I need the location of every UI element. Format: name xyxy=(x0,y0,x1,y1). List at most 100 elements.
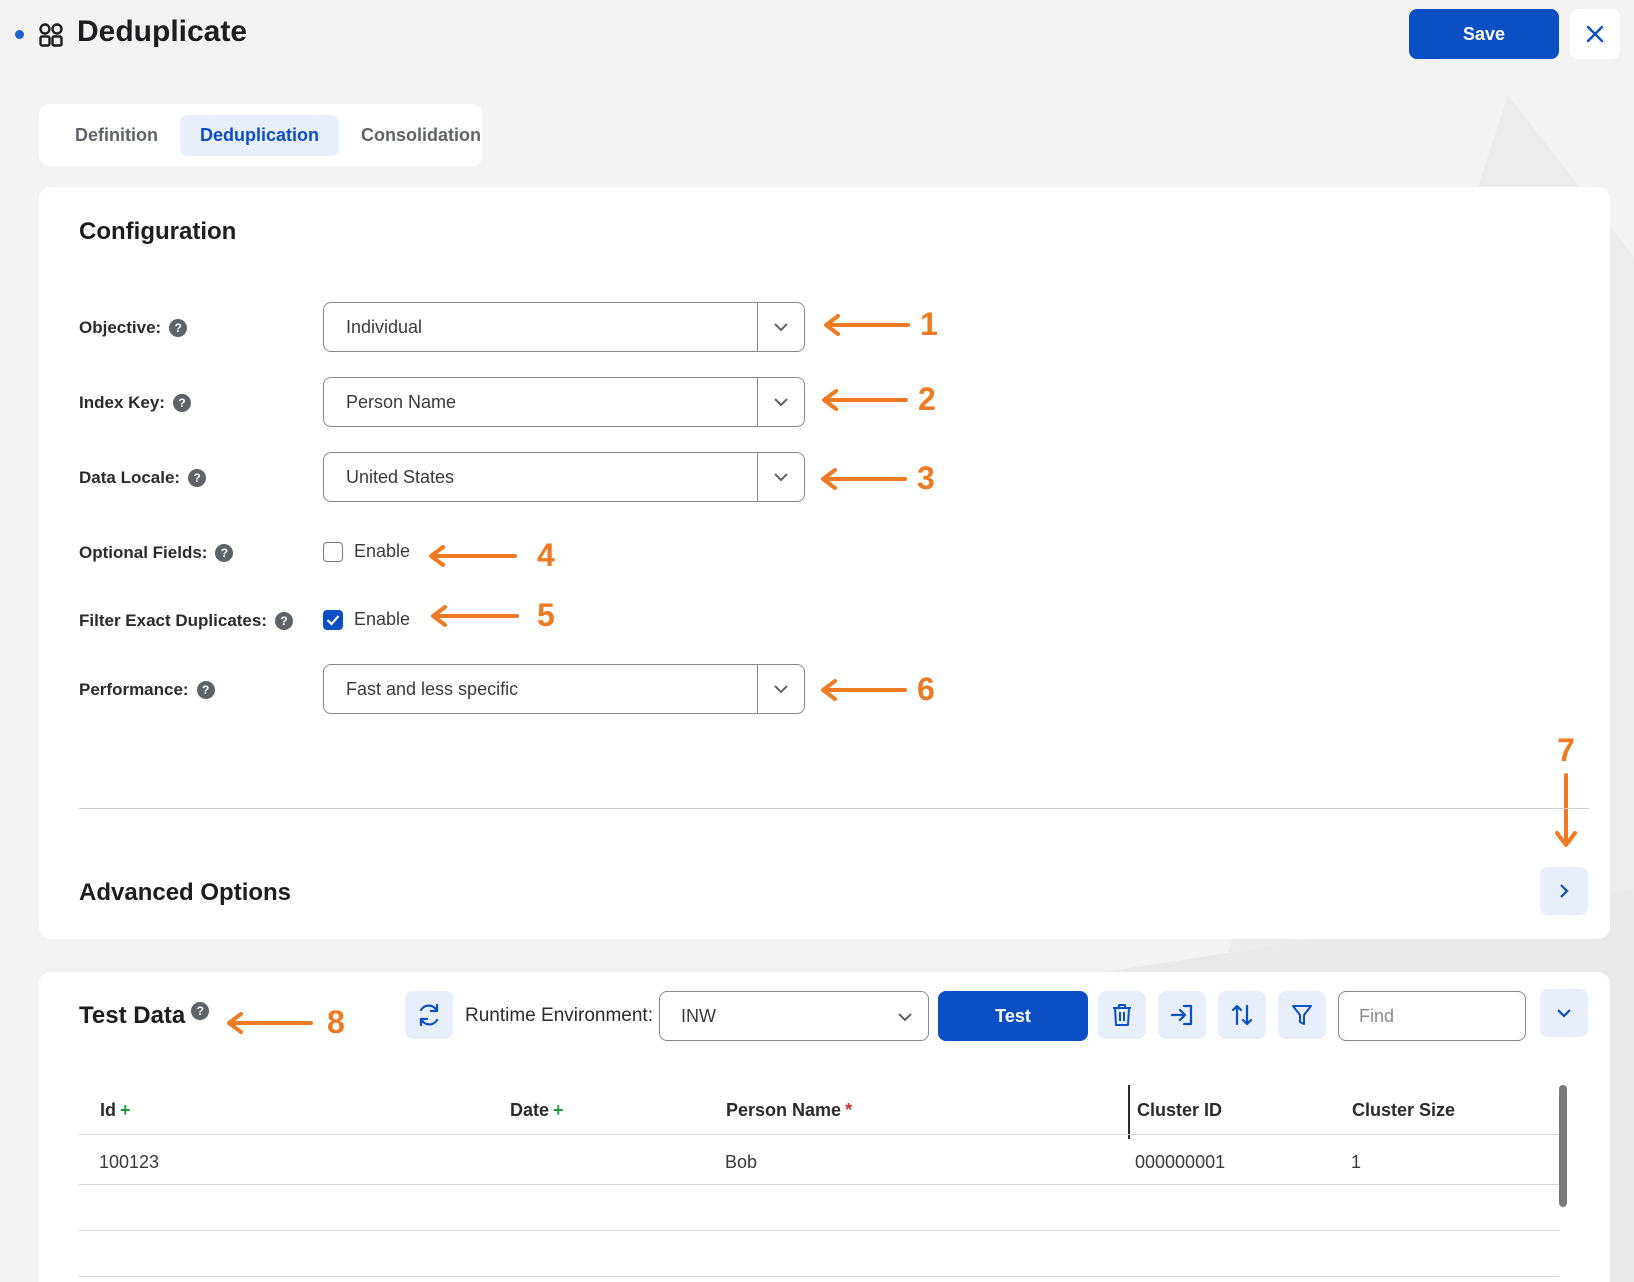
optional-fields-checkbox-row[interactable]: Enable xyxy=(323,541,410,562)
optional-fields-checkbox[interactable] xyxy=(323,541,343,562)
save-button[interactable]: Save xyxy=(1409,9,1559,59)
collapse-test-data-button[interactable] xyxy=(1540,989,1588,1037)
add-marker: + xyxy=(120,1100,131,1120)
close-button[interactable] xyxy=(1570,9,1620,59)
column-header-label: Person Name xyxy=(726,1100,842,1120)
section-divider xyxy=(79,808,1589,809)
configuration-title: Configuration xyxy=(79,218,237,245)
advanced-options-title: Advanced Options xyxy=(79,879,292,906)
help-icon[interactable]: ? xyxy=(215,544,234,562)
arrow-left-icon xyxy=(431,604,519,627)
column-header-label: Cluster Size xyxy=(1352,1100,1456,1120)
help-icon[interactable]: ? xyxy=(196,681,215,699)
filter-exact-duplicates-checkbox-row[interactable]: Enable xyxy=(323,609,410,630)
annotation-number: 1 xyxy=(920,306,938,342)
table-cell-id[interactable]: 100123 xyxy=(99,1152,159,1173)
test-data-card: Test Data ? 8 Runtime Environment: INW T… xyxy=(39,972,1610,1282)
advanced-options-expand-button[interactable] xyxy=(1540,867,1588,915)
table-cell-cluster-id[interactable]: 000000001 xyxy=(1135,1152,1225,1173)
filter-exact-duplicates-enable-label: Enable xyxy=(354,609,411,629)
arrow-left-icon xyxy=(824,313,910,336)
select-divider xyxy=(757,665,758,713)
objective-value: Individual xyxy=(346,317,423,337)
annotation-number: 6 xyxy=(917,671,935,707)
refresh-button[interactable] xyxy=(405,991,453,1039)
checkmark-icon xyxy=(326,614,340,626)
column-header-id[interactable]: Id + xyxy=(100,1100,131,1121)
select-divider xyxy=(757,453,758,501)
table-row-divider xyxy=(79,1276,1559,1277)
help-icon[interactable]: ? xyxy=(169,319,188,337)
index-key-select[interactable]: Person Name xyxy=(323,377,805,427)
help-icon[interactable]: ? xyxy=(191,1002,210,1020)
import-button[interactable] xyxy=(1158,991,1206,1039)
tab-definition[interactable]: Definition xyxy=(55,115,178,156)
filter-icon xyxy=(1292,1005,1312,1025)
annotation-5: 5 xyxy=(427,597,555,634)
optional-fields-label: Optional Fields: ? xyxy=(79,543,234,563)
column-header-date[interactable]: Date + xyxy=(510,1100,564,1121)
index-key-value: Person Name xyxy=(346,392,457,412)
find-input[interactable] xyxy=(1338,991,1526,1041)
status-dot xyxy=(15,30,24,39)
delete-button[interactable] xyxy=(1098,991,1146,1039)
chevron-down-icon xyxy=(774,473,788,482)
arrow-left-icon xyxy=(822,388,908,411)
chevron-right-icon xyxy=(1560,884,1569,898)
sort-button[interactable] xyxy=(1218,991,1266,1039)
table-cell-person-name[interactable]: Bob xyxy=(725,1152,757,1173)
import-icon xyxy=(1170,1004,1193,1026)
table-row-divider xyxy=(79,1230,1559,1231)
column-resize-handle[interactable] xyxy=(1128,1085,1130,1139)
annotation-number: 2 xyxy=(918,381,936,417)
annotation-number: 8 xyxy=(327,1004,345,1040)
chevron-down-icon xyxy=(774,323,788,332)
table-scrollbar[interactable] xyxy=(1559,1085,1567,1207)
tab-consolidation[interactable]: Consolidation xyxy=(341,115,501,156)
help-icon[interactable]: ? xyxy=(275,612,294,630)
filter-exact-duplicates-checkbox[interactable] xyxy=(323,609,343,630)
column-header-person-name[interactable]: Person Name * xyxy=(726,1100,852,1121)
select-divider xyxy=(757,378,758,426)
performance-label: Performance: ? xyxy=(79,680,215,700)
performance-value: Fast and less specific xyxy=(346,679,519,699)
chevron-down-icon xyxy=(774,685,788,694)
annotation-2: 2 xyxy=(818,381,936,418)
filter-button[interactable] xyxy=(1278,991,1326,1039)
table-cell-cluster-size[interactable]: 1 xyxy=(1351,1152,1361,1173)
data-locale-label-text: Data Locale: xyxy=(79,468,181,487)
data-locale-label: Data Locale: ? xyxy=(79,468,207,488)
required-marker: * xyxy=(845,1100,853,1120)
column-header-label: Date xyxy=(510,1100,550,1120)
page-title: Deduplicate xyxy=(77,15,248,48)
filter-exact-duplicates-label-text: Filter Exact Duplicates: xyxy=(79,611,268,630)
arrow-left-icon xyxy=(227,1011,313,1034)
test-button[interactable]: Test xyxy=(938,991,1088,1041)
chevron-down-icon xyxy=(1557,1009,1571,1018)
annotation-3: 3 xyxy=(817,460,935,497)
runtime-environment-select[interactable]: INW xyxy=(659,991,929,1041)
grid-apps-icon xyxy=(39,23,63,47)
annotation-number: 4 xyxy=(537,537,555,573)
help-icon[interactable]: ? xyxy=(188,469,207,487)
tab-deduplication[interactable]: Deduplication xyxy=(180,114,340,156)
column-header-label: Id xyxy=(100,1100,116,1120)
column-header-cluster-size[interactable]: Cluster Size xyxy=(1352,1100,1455,1121)
arrow-left-icon xyxy=(429,544,517,567)
arrow-left-icon xyxy=(821,467,907,490)
performance-label-text: Performance: xyxy=(79,680,189,699)
index-key-label: Index Key: ? xyxy=(79,393,191,413)
trash-icon xyxy=(1113,1004,1131,1026)
performance-select[interactable]: Fast and less specific xyxy=(323,664,805,714)
objective-label: Objective: ? xyxy=(79,318,188,338)
annotation-8: 8 xyxy=(223,1004,345,1041)
annotation-1: 1 xyxy=(820,306,938,343)
table-row-divider xyxy=(79,1184,1559,1185)
sort-icon xyxy=(1231,1004,1253,1026)
help-icon[interactable]: ? xyxy=(172,394,191,412)
data-locale-select[interactable]: United States xyxy=(323,452,805,502)
chevron-down-icon xyxy=(774,398,788,407)
objective-select[interactable]: Individual xyxy=(323,302,805,352)
column-header-cluster-id[interactable]: Cluster ID xyxy=(1137,1100,1222,1121)
column-header-label: Cluster ID xyxy=(1137,1100,1223,1120)
